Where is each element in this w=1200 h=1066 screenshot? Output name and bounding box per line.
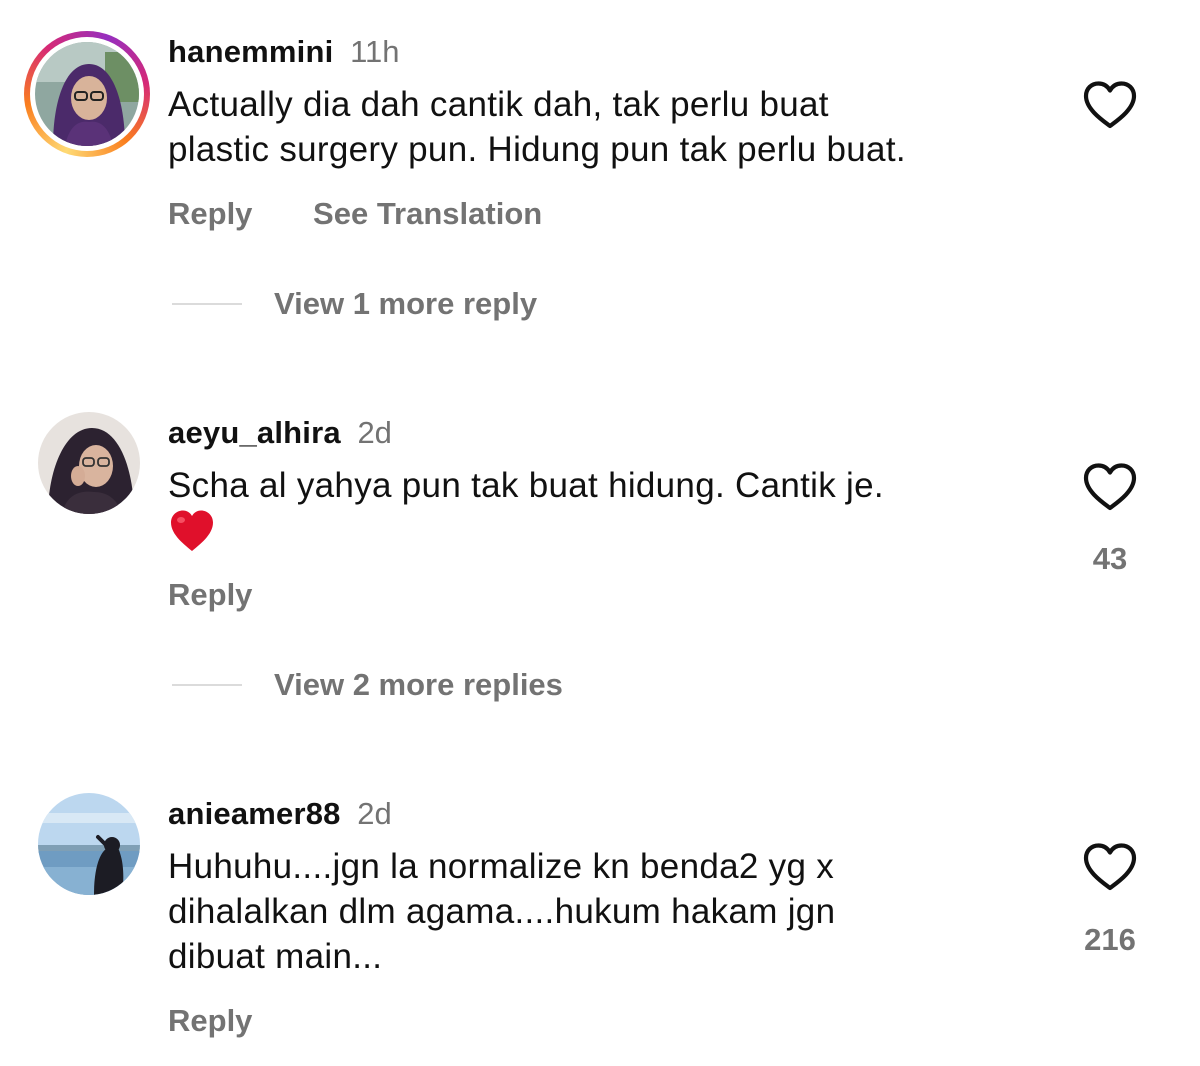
avatar[interactable] bbox=[24, 31, 150, 157]
username[interactable]: anieamer88 bbox=[168, 796, 341, 831]
avatar-photo bbox=[38, 412, 140, 514]
reply-button[interactable]: Reply bbox=[168, 195, 252, 233]
comment-text: Actually dia dah cantik dah, tak perlu b… bbox=[168, 82, 1048, 172]
like-count: 43 bbox=[1092, 541, 1128, 576]
comment-meta: aeyu_alhira 2d bbox=[168, 414, 392, 452]
comment-2: aeyu_alhira 2d Scha al yahya pun tak bua… bbox=[0, 400, 1200, 720]
see-translation-button[interactable]: See Translation bbox=[313, 195, 542, 233]
comment-actions: Reply bbox=[168, 1002, 252, 1040]
heart-outline-icon[interactable] bbox=[1082, 80, 1138, 130]
timestamp: 11h bbox=[350, 34, 400, 69]
username[interactable]: hanemmini bbox=[168, 34, 333, 69]
comment-meta: hanemmini 11h bbox=[168, 33, 400, 71]
timestamp: 2d bbox=[357, 415, 392, 450]
comment-text: Scha al yahya pun tak buat hidung. Canti… bbox=[168, 463, 1048, 508]
avatar[interactable] bbox=[38, 793, 140, 895]
avatar[interactable] bbox=[38, 412, 140, 514]
comment-text-line: dibuat main... bbox=[168, 937, 383, 976]
comment-text-line: Huhuhu....jgn la normalize kn benda2 yg … bbox=[168, 847, 835, 886]
comment-actions: Reply bbox=[168, 576, 252, 614]
comment-3: anieamer88 2d Huhuhu....jgn la normalize… bbox=[0, 780, 1200, 1066]
view-replies-label: View 2 more replies bbox=[274, 667, 563, 702]
reply-button[interactable]: Reply bbox=[168, 576, 252, 614]
replies-divider bbox=[172, 684, 242, 686]
comment-text-line: Scha al yahya pun tak buat hidung. Canti… bbox=[168, 466, 884, 505]
heart-outline-icon[interactable] bbox=[1082, 842, 1138, 892]
avatar-photo bbox=[35, 42, 139, 146]
comment-1: hanemmini 11h Actually dia dah cantik da… bbox=[0, 0, 1200, 340]
timestamp: 2d bbox=[357, 796, 392, 831]
comment-actions: Reply See Translation bbox=[168, 195, 542, 233]
comment-text: Huhuhu....jgn la normalize kn benda2 yg … bbox=[168, 844, 1048, 979]
red-heart-emoji bbox=[171, 510, 213, 551]
comment-meta: anieamer88 2d bbox=[168, 795, 392, 833]
heart-outline-icon[interactable] bbox=[1082, 462, 1138, 512]
reply-button[interactable]: Reply bbox=[168, 1002, 252, 1040]
comment-text-line: plastic surgery pun. Hidung pun tak perl… bbox=[168, 130, 906, 169]
view-more-replies-button[interactable]: View 2 more replies bbox=[172, 665, 563, 705]
like-count: 216 bbox=[1084, 922, 1136, 957]
view-more-replies-button[interactable]: View 1 more reply bbox=[172, 284, 537, 324]
comment-text-line: dihalalkan dlm agama....hukum hakam jgn bbox=[168, 892, 836, 931]
comment-text-line: Actually dia dah cantik dah, tak perlu b… bbox=[168, 85, 829, 124]
username[interactable]: aeyu_alhira bbox=[168, 415, 341, 450]
avatar-photo bbox=[38, 793, 140, 895]
replies-divider bbox=[172, 303, 242, 305]
view-replies-label: View 1 more reply bbox=[274, 286, 538, 321]
